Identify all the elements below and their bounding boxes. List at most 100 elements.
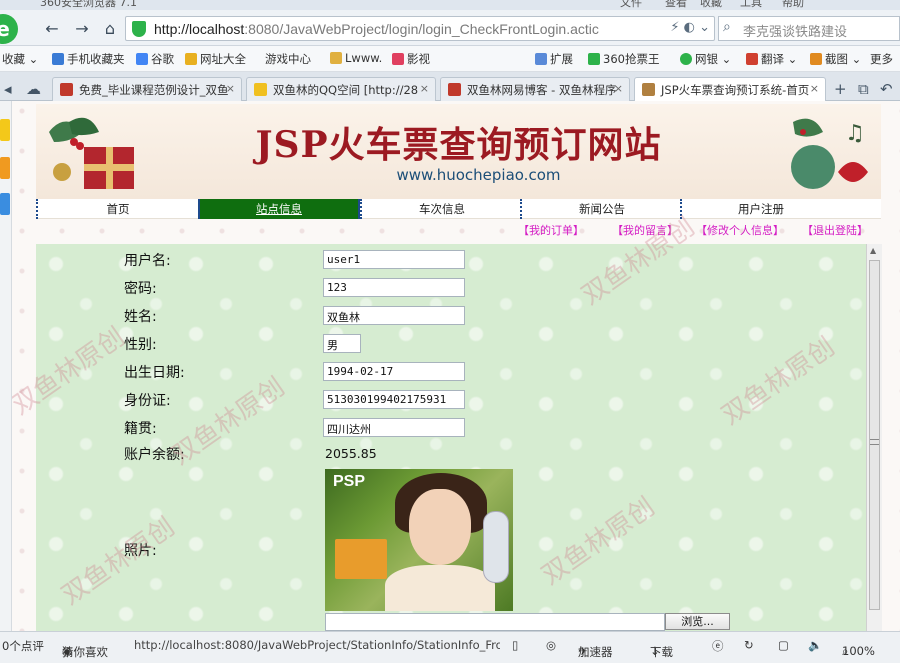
forward-arrow-icon[interactable]: → xyxy=(72,19,92,39)
username-field[interactable]: user1 xyxy=(323,250,465,269)
bookmark-bank[interactable]: 网银 ⌄ xyxy=(680,51,731,67)
sites-icon xyxy=(185,53,197,65)
undo-icon[interactable]: ↶ xyxy=(880,80,893,98)
video-icon xyxy=(392,53,404,65)
user-links: 【我的订单】 【我的留言】 【修改个人信息】 【退出登陆】 xyxy=(12,222,900,238)
status-bar: 0个点评 ◉ 猜你喜欢 http://localhost:8080/JavaWe… xyxy=(0,631,900,663)
link-my-orders[interactable]: 【我的订单】 xyxy=(518,222,584,238)
bookmark-mobile[interactable]: 手机收藏夹 xyxy=(52,51,125,67)
tab-favicon-icon xyxy=(642,83,655,96)
window-icon[interactable]: ▢ xyxy=(778,638,789,652)
username-label: 用户名: xyxy=(124,253,171,269)
status-comments[interactable]: 0个点评 xyxy=(2,638,44,654)
menu-tools[interactable]: 工具 xyxy=(740,0,762,10)
idcard-field[interactable]: 513030199402175931 xyxy=(323,390,465,409)
content-scrollbar[interactable]: ▲ xyxy=(866,244,882,631)
photo-body xyxy=(385,565,495,611)
cloud-icon[interactable]: ☁ xyxy=(26,80,41,98)
user-photo: PSP xyxy=(325,469,513,611)
browser-logo-icon[interactable]: e xyxy=(0,14,18,44)
balance-value: 2055.85 xyxy=(325,446,377,461)
search-box[interactable]: ⌕ 李克强谈铁路建设 xyxy=(718,16,900,41)
menu-view[interactable]: 查看 xyxy=(665,0,687,10)
password-label: 密码: xyxy=(124,281,157,297)
new-tab-icon[interactable]: + xyxy=(834,80,847,98)
status-url: http://localhost:8080/JavaWebProject/Sta… xyxy=(134,638,500,652)
home-icon[interactable]: ⌂ xyxy=(100,19,120,39)
restore-tab-icon[interactable]: ⧉ xyxy=(858,80,869,98)
search-input[interactable]: 李克强谈铁路建设 xyxy=(743,21,847,40)
scroll-thumb[interactable] xyxy=(869,260,880,610)
profile-panel: 用户名: user1 密码: 123 姓名: 双鱼林 性别: 男 出生日期: 1… xyxy=(36,244,866,631)
photo-file-input[interactable] xyxy=(325,613,665,631)
link-logout[interactable]: 【退出登陆】 xyxy=(802,222,868,238)
nav-station-info[interactable]: 站点信息 xyxy=(198,199,360,219)
bookmark-more[interactable]: 更多 xyxy=(870,51,893,67)
sidebar-app-icon[interactable] xyxy=(0,193,10,215)
globe-icon[interactable]: ◎ xyxy=(546,638,556,652)
bookmark-www[interactable]: Lwww. xyxy=(330,51,382,65)
link-my-messages[interactable]: 【我的留言】 xyxy=(612,222,678,238)
tab-train-ticket[interactable]: JSP火车票查询预订系统-首页 × xyxy=(634,77,826,101)
menu-favorites[interactable]: 收藏 xyxy=(700,0,722,10)
nav-news[interactable]: 新闻公告 xyxy=(520,199,682,219)
nav-register[interactable]: 用户注册 xyxy=(680,199,840,219)
close-icon[interactable]: × xyxy=(420,82,429,95)
bookmark-games[interactable]: 游戏中心 xyxy=(265,51,311,67)
hometown-field[interactable]: 四川达州 xyxy=(323,418,465,437)
page-viewport: JSP火车票查询预订网站 www.huochepiao.com ♫ 首页 站点信… xyxy=(12,101,900,631)
star-icon xyxy=(254,83,267,96)
bookmark-screenshot[interactable]: 截图 ⌄ xyxy=(810,51,861,67)
link-edit-profile[interactable]: 【修改个人信息】 xyxy=(696,222,784,238)
bookmark-translate[interactable]: 翻译 ⌄ xyxy=(746,51,797,67)
photo-face xyxy=(409,489,471,565)
nav-train-info[interactable]: 车次信息 xyxy=(360,199,522,219)
browser-title: 360安全浏览器 7.1 xyxy=(40,0,137,9)
close-icon[interactable]: × xyxy=(614,82,623,95)
password-field[interactable]: 123 xyxy=(323,278,465,297)
browse-button[interactable]: 浏览... xyxy=(665,613,730,630)
sidebar-app-icon[interactable] xyxy=(0,119,10,141)
mobile-icon xyxy=(52,53,64,65)
close-icon[interactable]: × xyxy=(810,82,819,95)
address-url[interactable]: http://localhost:8080/JavaWebProject/log… xyxy=(154,21,599,37)
sidebar-app-icon[interactable] xyxy=(0,157,10,179)
bookmark-sites[interactable]: 网址大全 xyxy=(185,51,246,67)
birthday-label: 出生日期: xyxy=(124,365,185,381)
refresh-icon[interactable]: ↻ xyxy=(744,638,754,652)
tab-qq-space[interactable]: 双鱼林的QQ空间 [http://28 × xyxy=(246,77,436,101)
browser-e-icon[interactable]: ⓔ xyxy=(712,638,724,654)
address-actions-icon[interactable]: ⚡ ◐ ⌄ xyxy=(670,20,710,35)
name-label: 姓名: xyxy=(124,309,157,325)
back-arrow-icon[interactable]: ← xyxy=(42,19,62,39)
sound-icon[interactable]: 🔈 xyxy=(808,638,822,652)
address-bar[interactable]: http://localhost:8080/JavaWebProject/log… xyxy=(125,16,715,41)
close-icon[interactable]: × xyxy=(226,82,235,95)
tab-netease-blog[interactable]: 双鱼林网易博客 - 双鱼林程序 × xyxy=(440,77,630,101)
tab-free-course[interactable]: 免费_毕业课程范例设计_双鱼 × xyxy=(52,77,242,101)
nav-home[interactable]: 首页 xyxy=(36,199,198,219)
christmas-ornament-icon: ♫ xyxy=(791,118,868,189)
gender-field[interactable]: 男 xyxy=(323,334,361,353)
menu-help[interactable]: 帮助 xyxy=(782,0,804,10)
tab-list-icon[interactable]: ◂ xyxy=(4,80,12,98)
extension-icon xyxy=(535,53,547,65)
bookmark-google[interactable]: 谷歌 xyxy=(136,51,174,67)
bookmark-favorites[interactable]: 收藏 ⌄ xyxy=(2,51,38,67)
bookmark-extensions[interactable]: 扩展 xyxy=(535,51,573,67)
name-field[interactable]: 双鱼林 xyxy=(323,306,465,325)
birthday-field[interactable]: 1994-02-17 xyxy=(323,362,465,381)
bank-icon xyxy=(680,53,692,65)
scroll-up-icon[interactable]: ▲ xyxy=(870,246,876,255)
gender-label: 性别: xyxy=(124,337,157,353)
bookmark-tickets[interactable]: 360抢票王 xyxy=(588,51,659,67)
scissors-icon xyxy=(810,53,822,65)
search-icon[interactable]: ⌕ xyxy=(723,19,731,35)
tab-favicon-icon xyxy=(60,83,73,96)
bookmark-video[interactable]: 影视 xyxy=(392,51,430,67)
menu-file[interactable]: 文件 xyxy=(620,0,642,10)
site-banner: JSP火车票查询预订网站 www.huochepiao.com ♫ xyxy=(36,104,881,199)
idcard-label: 身份证: xyxy=(124,393,171,409)
folder-icon xyxy=(330,52,342,64)
phone-icon[interactable]: ▯ xyxy=(512,638,518,652)
